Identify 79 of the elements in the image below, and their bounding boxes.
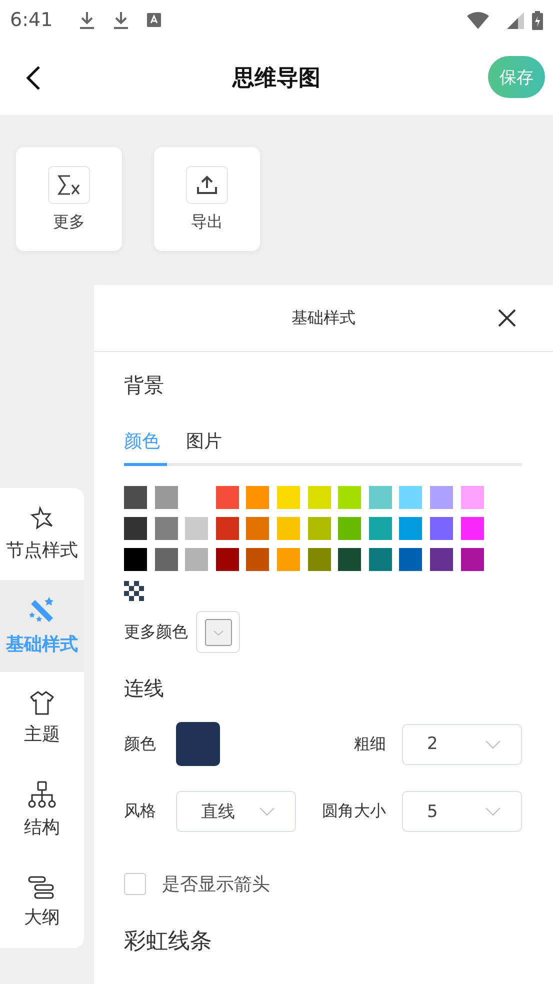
close-icon[interactable]: [497, 308, 517, 328]
transparent-swatch[interactable]: [124, 581, 144, 601]
sidebar-item[interactable]: 大纲: [0, 856, 84, 948]
sidebar-item[interactable]: 主题: [0, 672, 84, 764]
chevron-down-icon: [259, 807, 275, 816]
sidebar-item[interactable]: 结构: [0, 764, 84, 856]
color-swatch[interactable]: [124, 486, 147, 509]
checkbox[interactable]: [124, 873, 146, 895]
chevron-down-icon: [485, 740, 501, 748]
upload-icon: [196, 174, 218, 194]
hierarchy-icon: [27, 781, 57, 809]
toolbar-button[interactable]: 更多: [16, 147, 122, 251]
color-swatch[interactable]: [460, 486, 484, 509]
battery-icon: [532, 10, 543, 30]
radius-select[interactable]: 5: [402, 791, 522, 832]
width-select[interactable]: 2: [402, 724, 522, 764]
outline-icon: [28, 875, 56, 899]
toolbar-button[interactable]: 导出: [154, 147, 260, 251]
panel-title: 基础样式: [292, 308, 356, 328]
field-label: 圆角大小: [322, 801, 386, 822]
color-swatch[interactable]: [276, 548, 300, 571]
color-swatch[interactable]: [154, 517, 178, 540]
color-swatch[interactable]: [308, 517, 331, 540]
color-swatch[interactable]: [368, 486, 392, 509]
color-swatch[interactable]: [276, 517, 300, 540]
field-label: 风格: [124, 801, 157, 822]
more-colors-label: 更多颜色: [124, 622, 188, 642]
color-swatch[interactable]: [154, 548, 178, 571]
wifi-icon: [467, 12, 489, 28]
color-swatch[interactable]: [216, 517, 239, 540]
color-swatch[interactable]: [368, 517, 392, 540]
color-swatch[interactable]: [124, 548, 147, 571]
back-icon[interactable]: [25, 65, 41, 91]
color-swatch[interactable]: [399, 517, 422, 540]
section-heading: 彩虹线条: [124, 928, 212, 956]
page-title: 思维导图: [232, 64, 320, 92]
color-swatch[interactable]: [185, 517, 208, 540]
color-swatch[interactable]: [246, 517, 270, 540]
color-picker[interactable]: [196, 611, 240, 653]
color-swatch[interactable]: [399, 548, 422, 571]
sigma-icon: [57, 174, 81, 196]
color-swatch[interactable]: [308, 486, 331, 509]
color-swatch[interactable]: [338, 486, 362, 509]
signal-icon: [507, 12, 524, 28]
color-swatch[interactable]: [430, 548, 453, 571]
color-swatch[interactable]: [154, 486, 178, 509]
field-label: 粗细: [354, 734, 386, 754]
color-swatch[interactable]: [338, 548, 362, 571]
color-swatch[interactable]: [246, 548, 270, 571]
keyboard-app-icon: [146, 13, 161, 27]
color-swatch[interactable]: [308, 548, 331, 571]
field-label: 颜色: [124, 734, 157, 754]
color-swatch[interactable]: [246, 486, 270, 509]
color-swatch[interactable]: [368, 548, 392, 571]
color-swatch[interactable]: [460, 548, 484, 571]
download-icon: [78, 10, 95, 30]
shirt-icon: [29, 690, 55, 716]
style-select[interactable]: 直线: [176, 791, 296, 832]
color-swatch[interactable]: [216, 486, 239, 509]
color-swatch[interactable]: [430, 517, 453, 540]
color-swatch[interactable]: [276, 486, 300, 509]
color-swatch[interactable]: [216, 548, 239, 571]
color-swatch[interactable]: [338, 517, 362, 540]
section-heading: 连线: [124, 675, 164, 702]
tab[interactable]: 图片: [186, 417, 229, 466]
chevron-down-icon: [485, 807, 501, 816]
sidebar-item[interactable]: 节点样式: [0, 488, 84, 580]
status-time: 6:41: [10, 9, 53, 31]
line-color-swatch[interactable]: [176, 722, 220, 766]
color-swatch[interactable]: [430, 486, 453, 509]
color-swatch[interactable]: [185, 548, 208, 571]
color-swatch[interactable]: [124, 517, 147, 540]
checkbox-label: 是否显示箭头: [162, 873, 270, 896]
dropdown-swatch-icon: [204, 618, 232, 646]
download-icon: [112, 10, 129, 30]
color-swatch[interactable]: [399, 486, 422, 509]
section-heading: 背景: [124, 372, 164, 399]
color-swatch[interactable]: [460, 517, 484, 540]
star-icon: [29, 506, 55, 532]
